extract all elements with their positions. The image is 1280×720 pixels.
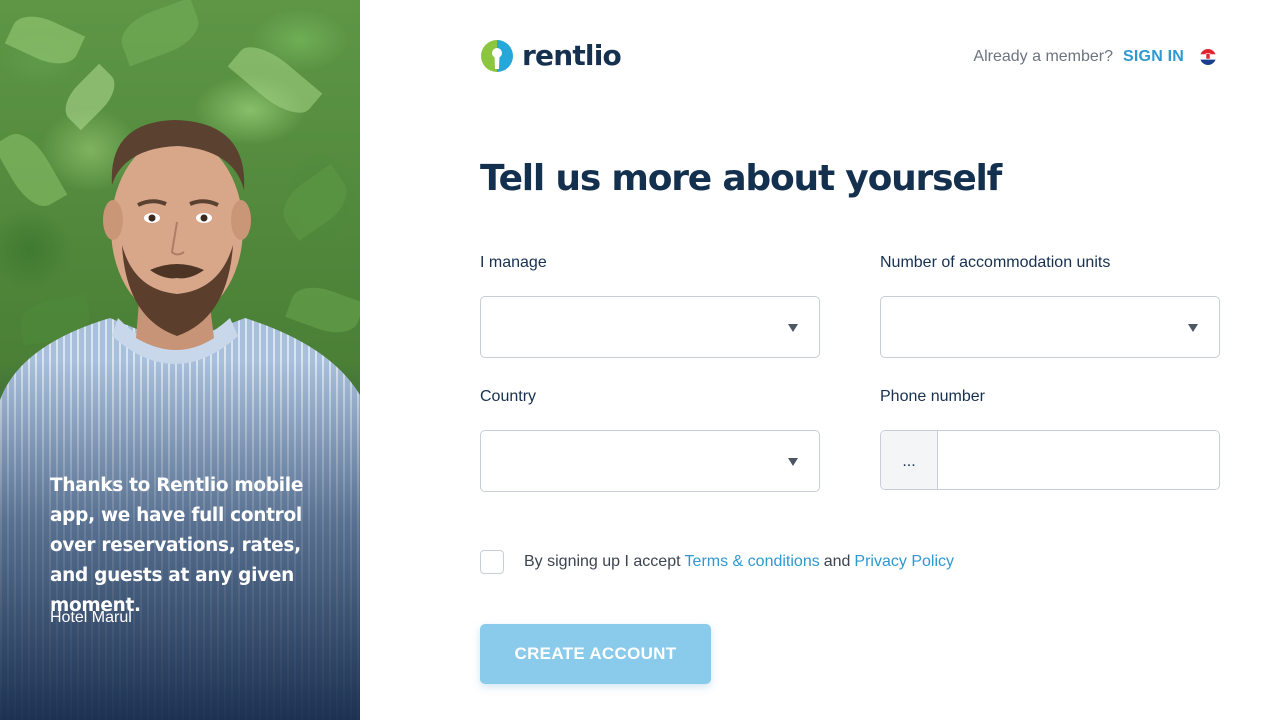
testimonial-panel: Thanks to Rentlio mobile app, we have fu… bbox=[0, 0, 360, 720]
croatia-flag-icon[interactable] bbox=[1200, 49, 1216, 65]
country-label: Country bbox=[480, 388, 537, 405]
phone-country-code-button[interactable]: ... bbox=[881, 431, 938, 489]
testimonial-quote: Thanks to Rentlio mobile app, we have fu… bbox=[50, 475, 304, 616]
units-select[interactable] bbox=[880, 296, 1220, 358]
manage-label: I manage bbox=[480, 254, 547, 271]
phone-field: ... bbox=[880, 430, 1220, 490]
manage-select[interactable] bbox=[480, 296, 820, 358]
sign-in-prompt: Already a member? SIGN IN bbox=[973, 46, 1216, 68]
logo-wordmark: rentlio bbox=[522, 39, 622, 72]
units-label: Number of accommodation units bbox=[880, 254, 1111, 271]
member-text: Already a member? bbox=[973, 48, 1114, 65]
sign-in-link[interactable]: SIGN IN bbox=[1123, 48, 1184, 66]
privacy-policy-link[interactable]: Privacy Policy bbox=[854, 553, 954, 571]
phone-label: Phone number bbox=[880, 388, 985, 405]
chevron-down-icon bbox=[788, 324, 798, 332]
page-title: Tell us more about yourself bbox=[480, 158, 1002, 199]
terms-checkbox[interactable] bbox=[480, 550, 504, 574]
chevron-down-icon bbox=[788, 458, 798, 466]
country-select[interactable] bbox=[480, 430, 820, 492]
rentlio-logo[interactable]: rentlio bbox=[480, 39, 622, 73]
terms-row: By signing up I accept Terms & condition… bbox=[480, 550, 954, 574]
chevron-down-icon bbox=[1188, 324, 1198, 332]
testimonial-author: Hotel Marul bbox=[50, 609, 132, 626]
terms-and-text: and bbox=[823, 553, 851, 570]
rentlio-logo-icon bbox=[481, 40, 513, 72]
terms-text: By signing up I accept bbox=[524, 553, 681, 570]
phone-input[interactable] bbox=[938, 431, 1219, 489]
create-account-button[interactable]: CREATE ACCOUNT bbox=[480, 624, 711, 684]
terms-link[interactable]: Terms & conditions bbox=[685, 553, 820, 571]
